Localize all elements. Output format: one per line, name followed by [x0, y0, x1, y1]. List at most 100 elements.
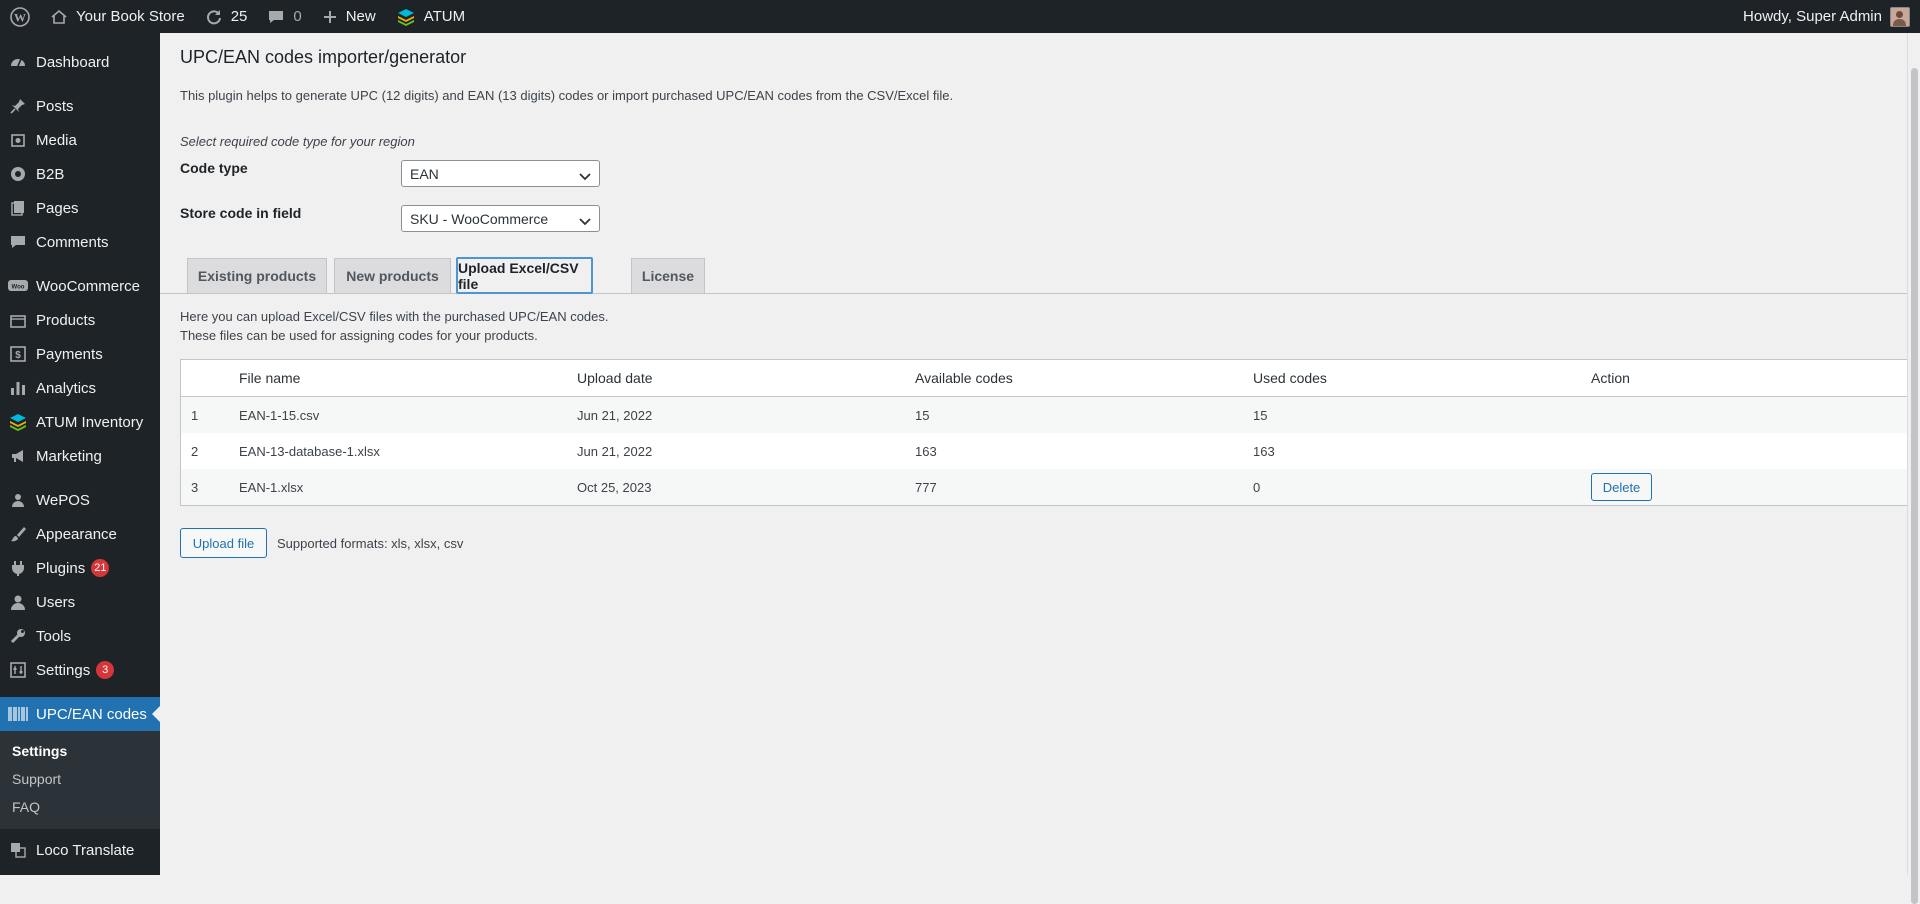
sidebar-item-users[interactable]: Users [0, 585, 160, 619]
table-row: 1 EAN-1-15.csv Jun 21, 2022 15 15 [180, 396, 1908, 433]
store-field-label: Store code in field [180, 205, 302, 221]
sidebar-item-label: Tools [36, 627, 72, 645]
sidebar-item-label: Payments [36, 345, 103, 363]
sidebar-item-payments[interactable]: $ Payments [0, 337, 160, 371]
admin-sidebar: Dashboard Posts Media B2B Pages Comments… [0, 33, 160, 875]
users-icon [8, 592, 28, 612]
file-name-cell: EAN-1-15.csv [239, 396, 577, 433]
svg-text:$: $ [15, 350, 21, 361]
main-content: UPC/EAN codes importer/generator This pl… [160, 33, 1908, 875]
atum-logo-icon [396, 7, 416, 27]
sidebar-item-appearance[interactable]: Appearance [0, 517, 160, 551]
sidebar-item-dashboard[interactable]: Dashboard [0, 45, 160, 79]
updates-link[interactable]: 25 [195, 0, 258, 33]
tab-existing-products[interactable]: Existing products [187, 258, 327, 293]
upload-date-cell: Jun 21, 2022 [577, 443, 653, 459]
atum-label: ATUM [423, 8, 466, 25]
upload-note-line1: Here you can upload Excel/CSV files with… [180, 309, 609, 324]
row-index: 2 [191, 443, 199, 459]
scrollbar-thumb[interactable] [1911, 68, 1918, 904]
chevron-down-icon [579, 169, 591, 185]
greeting: Howdy, Super Admin [1743, 8, 1882, 25]
sidebar-item-media[interactable]: Media [0, 123, 160, 157]
sidebar-item-label: Pages [36, 199, 79, 217]
sidebar-item-settings[interactable]: Settings 3 [0, 653, 160, 687]
submenu-settings[interactable]: Settings [0, 737, 160, 765]
available-codes-cell: 163 [915, 443, 937, 459]
updates-count: 25 [230, 8, 248, 25]
sidebar-item-plugins[interactable]: Plugins 21 [0, 551, 160, 585]
dashboard-icon [8, 52, 28, 72]
wrench-icon [8, 626, 28, 646]
code-type-select[interactable]: EAN [401, 160, 600, 187]
sidebar-item-label: Posts [36, 97, 74, 115]
code-type-value: EAN [410, 165, 439, 182]
chevron-down-icon [579, 214, 591, 230]
table-header-row: File name Upload date Available codes Us… [180, 359, 1908, 397]
sidebar-item-analytics[interactable]: Analytics [0, 371, 160, 405]
file-name-cell: EAN-13-database-1.xlsx [239, 443, 380, 459]
atum-menu-link[interactable]: ATUM [386, 0, 475, 33]
admin-bar: W Your Book Store 25 0 New ATUM Howdy, S… [0, 0, 1920, 33]
sidebar-item-label: Marketing [36, 447, 102, 465]
svg-text:W: W [14, 10, 26, 24]
new-content-link[interactable]: New [312, 0, 386, 33]
sidebar-item-pages[interactable]: Pages [0, 191, 160, 225]
used-codes-cell: 15 [1253, 396, 1591, 433]
sidebar-item-label: Media [36, 131, 77, 149]
my-account-link[interactable]: Howdy, Super Admin [1743, 6, 1920, 27]
tab-bar: Existing products New products Upload Ex… [160, 257, 1908, 294]
sidebar-item-label: UPC/EAN codes [36, 705, 147, 723]
pages-icon [8, 198, 28, 218]
sidebar-item-comments[interactable]: Comments [0, 225, 160, 259]
file-name-cell: EAN-1.xlsx [239, 469, 577, 506]
row-index: 3 [180, 469, 239, 506]
upload-file-button[interactable]: Upload file [180, 528, 267, 558]
column-header-index [180, 359, 239, 397]
media-icon [8, 130, 28, 150]
barcode-icon [8, 704, 28, 724]
submenu-faq[interactable]: FAQ [0, 793, 160, 821]
sidebar-item-loco-translate[interactable]: Loco Translate [0, 833, 160, 867]
tab-upload-excel-csv[interactable]: Upload Excel/CSV file [456, 257, 593, 294]
page-title: UPC/EAN codes importer/generator [180, 47, 467, 67]
sidebar-item-b2b[interactable]: B2B [0, 157, 160, 191]
pin-icon [8, 96, 28, 116]
sidebar-item-label: WePOS [36, 491, 90, 509]
sidebar-item-label: Plugins [36, 559, 86, 577]
comment-icon [8, 232, 28, 252]
sidebar-item-posts[interactable]: Posts [0, 89, 160, 123]
svg-text:Woo: Woo [12, 285, 25, 291]
comments-link[interactable]: 0 [257, 0, 311, 33]
submenu-support[interactable]: Support [0, 765, 160, 793]
sidebar-item-marketing[interactable]: Marketing [0, 439, 160, 473]
store-field-select[interactable]: SKU - WooCommerce [401, 205, 600, 232]
action-cell [1591, 433, 1908, 469]
tab-new-products[interactable]: New products [334, 258, 451, 293]
sidebar-item-atum-inventory[interactable]: ATUM Inventory [0, 405, 160, 439]
sidebar-item-products[interactable]: Products [0, 303, 160, 337]
b2b-icon [8, 164, 28, 184]
available-codes-cell: 777 [915, 469, 1253, 506]
sidebar-item-woocommerce[interactable]: Woo WooCommerce [0, 269, 160, 303]
plugin-description: This plugin helps to generate UPC (12 di… [180, 88, 954, 103]
site-name: Your Book Store [76, 8, 185, 25]
sidebar-item-upc-ean-codes[interactable]: UPC/EAN codes [0, 697, 160, 731]
sidebar-item-label: Settings [36, 661, 91, 679]
home-icon [50, 8, 68, 26]
delete-button[interactable]: Delete [1591, 473, 1652, 501]
used-codes-cell: 0 [1253, 469, 1591, 506]
comment-bubble-icon [267, 8, 285, 26]
sidebar-item-label: Comments [36, 233, 109, 251]
upload-row: Upload file Supported formats: xls, xlsx… [180, 528, 463, 558]
action-cell: Delete [1591, 469, 1908, 506]
column-header-available-codes: Available codes [915, 359, 1253, 397]
sidebar-item-wepos[interactable]: WePOS [0, 483, 160, 517]
tab-license[interactable]: License [631, 258, 705, 293]
sidebar-item-tools[interactable]: Tools [0, 619, 160, 653]
page-scrollbar[interactable] [1907, 33, 1920, 904]
action-cell [1591, 396, 1908, 433]
wordpress-logo-icon[interactable]: W [0, 0, 40, 33]
sidebar-item-label: Dashboard [36, 53, 110, 71]
site-name-link[interactable]: Your Book Store [40, 0, 195, 33]
